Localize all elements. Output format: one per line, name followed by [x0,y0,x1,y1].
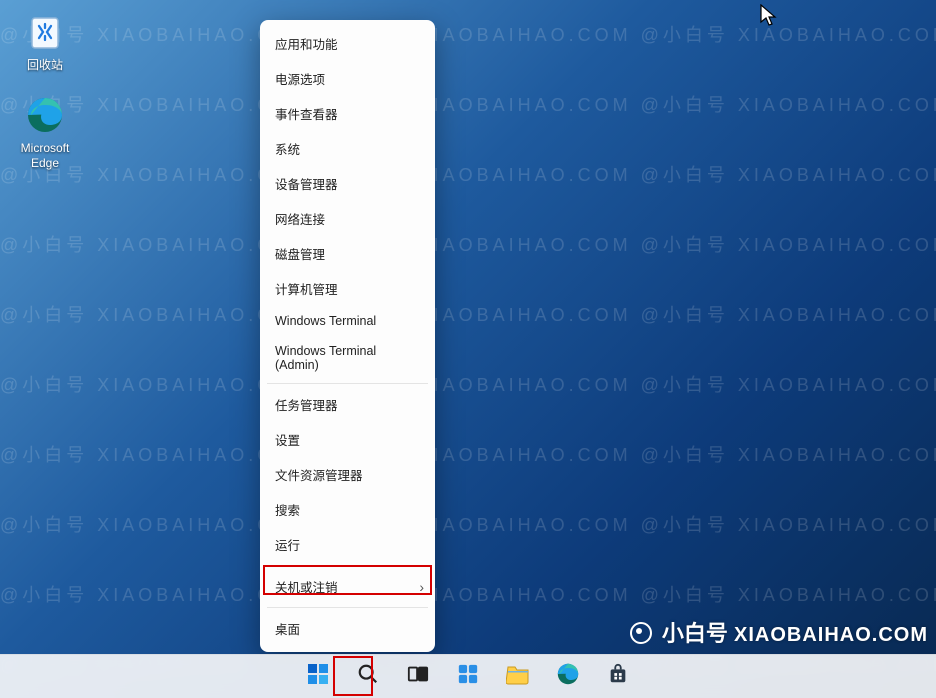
start-icon [306,662,330,691]
store-button[interactable] [601,660,635,694]
store-icon [607,663,629,690]
start-button[interactable] [301,660,335,694]
menu-item-network-connections[interactable]: 网络连接 [261,201,434,236]
edge-label: Microsoft Edge [10,141,80,171]
menu-divider [267,383,428,384]
edge-icon[interactable]: Microsoft Edge [10,93,80,171]
menu-item-run[interactable]: 运行 [261,527,434,562]
desktop-icons: 回收站 Microsoft Edge [10,10,80,191]
search-icon [357,663,379,690]
menu-item-windows-terminal-admin[interactable]: Windows Terminal (Admin) [261,336,434,380]
menu-item-desktop[interactable]: 桌面 [261,611,434,646]
menu-item-disk-management[interactable]: 磁盘管理 [261,236,434,271]
winx-context-menu: 应用和功能电源选项事件查看器系统设备管理器网络连接磁盘管理计算机管理Window… [260,20,435,652]
menu-item-search[interactable]: 搜索 [261,492,434,527]
mouse-cursor-icon [760,4,778,28]
taskview-icon [407,663,429,690]
watermark-overlay: @小白号 XIAOBAIHAO.COM @小白号 XIAOBAIHAO.COM … [0,0,936,698]
menu-item-windows-terminal[interactable]: Windows Terminal [261,306,434,336]
menu-item-task-manager[interactable]: 任务管理器 [261,387,434,422]
search-button[interactable] [351,660,385,694]
menu-item-system[interactable]: 系统 [261,131,434,166]
menu-item-file-explorer[interactable]: 文件资源管理器 [261,457,434,492]
menu-item-shutdown-or-signout[interactable]: 关机或注销 [261,569,434,604]
task-view-button[interactable] [401,660,435,694]
explorer-icon [506,663,530,690]
watermark-brand: 小白号 XIAOBAIHAO.COM [630,616,928,648]
widgets-button[interactable] [451,660,485,694]
menu-item-computer-management[interactable]: 计算机管理 [261,271,434,306]
widgets-icon [457,663,479,690]
menu-divider [267,607,428,608]
file-explorer-button[interactable] [501,660,535,694]
menu-item-settings[interactable]: 设置 [261,422,434,457]
recycle-bin-icon[interactable]: 回收站 [10,10,80,73]
menu-divider [267,565,428,566]
edge-button[interactable] [551,660,585,694]
menu-item-power-options[interactable]: 电源选项 [261,61,434,96]
wifi-icon [630,622,652,644]
menu-item-apps-and-features[interactable]: 应用和功能 [261,26,434,61]
menu-item-event-viewer[interactable]: 事件查看器 [261,96,434,131]
menu-item-device-manager[interactable]: 设备管理器 [261,166,434,201]
edge-icon [556,662,580,691]
recycle-bin-label: 回收站 [10,58,80,73]
taskbar [0,654,936,698]
